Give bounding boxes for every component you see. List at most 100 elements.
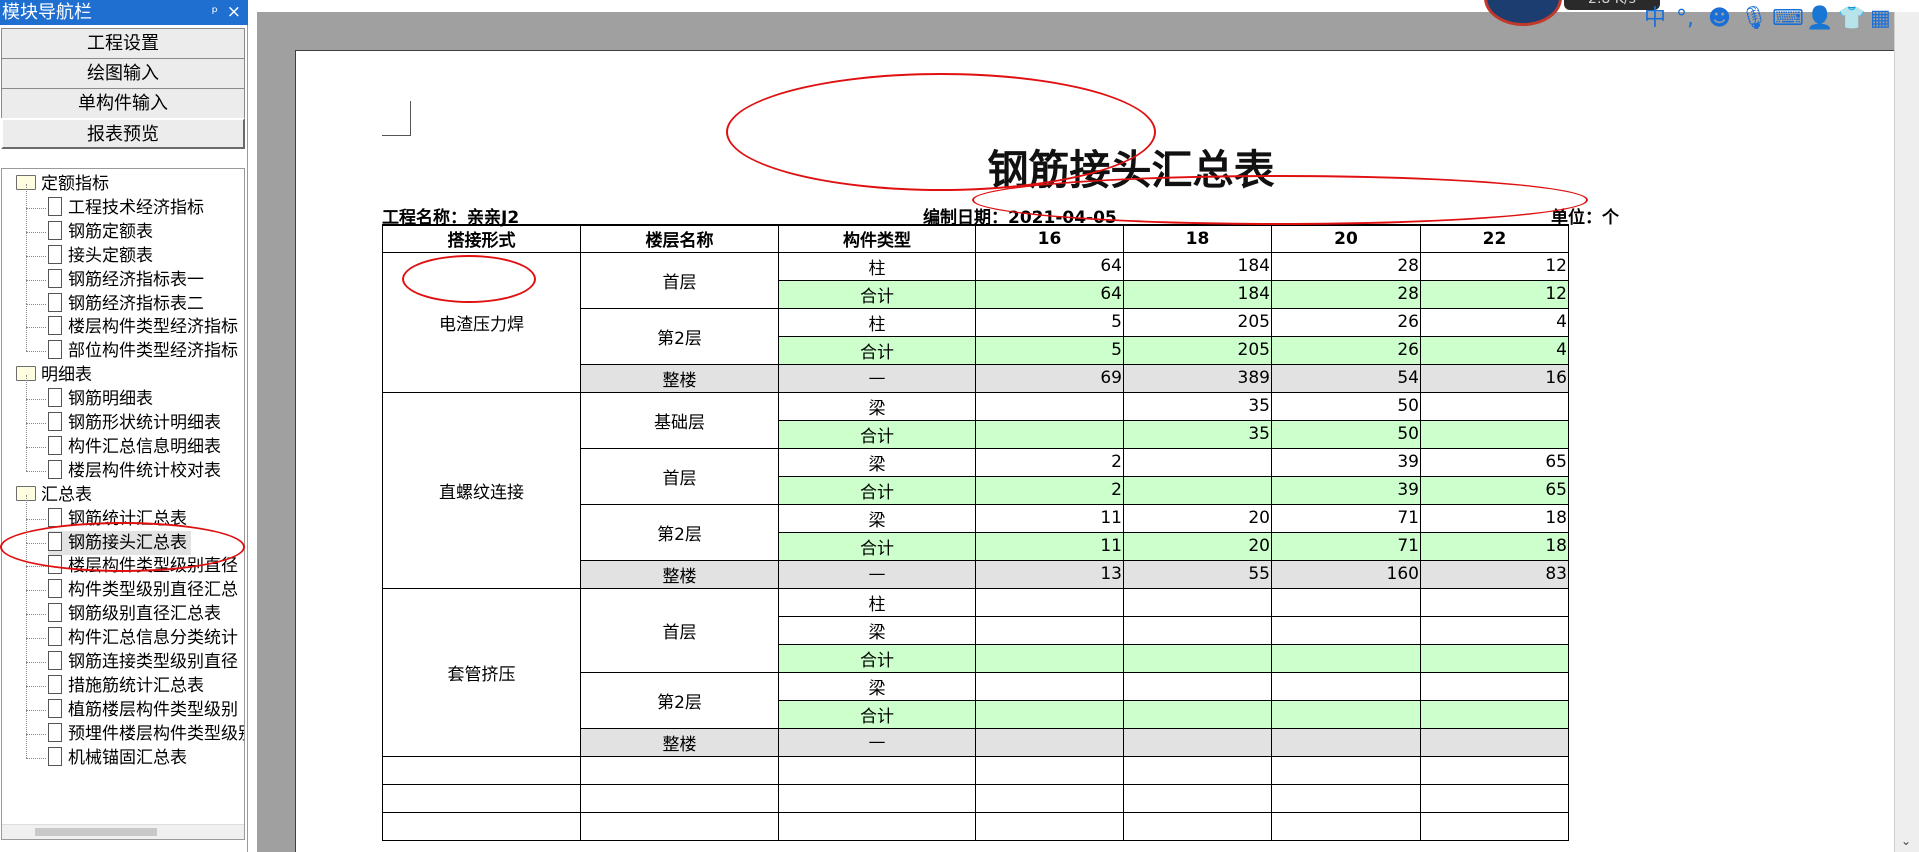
tree-folder[interactable]: 明细表: [16, 363, 92, 387]
tree-item-label: 构件类型级别直径汇总: [68, 580, 238, 601]
quantity-cell: 20: [1123, 531, 1272, 561]
tree-item-label: 汇总表: [41, 484, 92, 505]
quantity-cell: [1420, 615, 1569, 645]
empty-cell: [1123, 783, 1272, 813]
tree-report-item[interactable]: 钢筋接头汇总表: [48, 530, 191, 555]
nav-button-single-component-input[interactable]: 单构件输入: [1, 88, 245, 119]
document-icon: [48, 722, 62, 742]
quantity-cell: [1123, 475, 1272, 505]
quantity-cell: 83: [1420, 559, 1569, 589]
tree-item-label: 钢筋定额表: [68, 221, 153, 242]
tree-report-item[interactable]: 钢筋定额表: [48, 220, 157, 244]
component-type-cell: —: [778, 727, 976, 757]
component-type-cell: 梁: [778, 615, 976, 645]
user-icon[interactable]: 👤: [1806, 6, 1833, 32]
nav-button-drawing-input[interactable]: 绘图输入: [1, 58, 245, 89]
nav-button-report-preview[interactable]: 报表预览: [1, 118, 245, 149]
keyboard-icon[interactable]: ⌨: [1772, 6, 1804, 32]
document-icon: [48, 507, 62, 527]
tree-report-item[interactable]: 措施筋统计汇总表: [48, 674, 208, 698]
tree-item-label: 楼层构件统计校对表: [68, 460, 221, 481]
tree-report-item[interactable]: 钢筋经济指标表一: [48, 268, 208, 292]
tree-report-item[interactable]: 钢筋明细表: [48, 387, 157, 411]
quantity-cell: [1271, 727, 1421, 757]
column-header: 搭接形式: [382, 224, 581, 253]
vertical-scrollbar[interactable]: ⌄: [1894, 12, 1919, 852]
emoji-icon[interactable]: ☻: [1708, 6, 1731, 32]
scroll-down-icon[interactable]: ⌄: [1901, 834, 1911, 848]
quantity-cell: 39: [1271, 447, 1421, 477]
tree-item-label: 楼层构件类型经济指标: [68, 317, 238, 338]
component-type-cell: 合计: [778, 419, 976, 449]
tree-report-item[interactable]: 接头定额表: [48, 244, 157, 268]
page-corner-mark: [382, 101, 411, 136]
pin-icon[interactable]: ᵖ: [212, 0, 218, 25]
quantity-cell: 205: [1123, 307, 1272, 337]
empty-table-row: [382, 755, 1569, 785]
tree-report-item[interactable]: 钢筋级别直径汇总表: [48, 602, 225, 626]
quantity-cell: [975, 615, 1124, 645]
tree-item-label: 接头定额表: [68, 245, 153, 266]
close-icon[interactable]: ×: [227, 0, 241, 25]
empty-cell: [1123, 811, 1272, 841]
tree-report-item[interactable]: 钢筋连接类型级别直径: [48, 650, 242, 674]
assistant-badge[interactable]: [1484, 0, 1562, 26]
tree-folder[interactable]: 定额指标: [16, 172, 109, 196]
floor-name-cell: 第2层: [580, 503, 779, 561]
joint-summary-table: 搭接形式 楼层名称 构件类型 16 18 20 22 电渣压力焊 首层柱 64 184…: [382, 224, 1569, 841]
tree-report-item[interactable]: 工程技术经济指标: [48, 196, 208, 220]
nav-button-project-settings[interactable]: 工程设置: [1, 28, 245, 59]
tree-report-item[interactable]: 楼层构件类型级别直径: [48, 554, 242, 578]
quantity-cell: [1123, 699, 1272, 729]
column-header: 构件类型: [778, 224, 976, 253]
component-type-cell: 梁: [778, 447, 976, 477]
tree-report-item[interactable]: 植筋楼层构件类型级别: [48, 698, 242, 722]
punctuation-icon[interactable]: °,: [1676, 6, 1694, 32]
quantity-cell: 28: [1271, 279, 1421, 309]
tree-horizontal-scrollbar[interactable]: [2, 824, 244, 839]
document-icon: [48, 651, 62, 670]
quantity-cell: 18: [1420, 503, 1569, 533]
tree-item-label: 钢筋形状统计明细表: [68, 413, 221, 433]
quantity-cell: 26: [1271, 307, 1421, 337]
quantity-cell: 5: [975, 307, 1124, 337]
table-header-row: 搭接形式 楼层名称 构件类型 16 18 20 22: [382, 224, 1569, 253]
quantity-cell: [1420, 419, 1569, 449]
quantity-cell: 20: [1123, 503, 1272, 533]
tree-report-item[interactable]: 构件类型级别直径汇总: [48, 578, 242, 602]
input-method-icon[interactable]: 中: [1644, 6, 1666, 32]
document-icon: [48, 316, 62, 336]
quantity-cell: [975, 419, 1124, 449]
document-icon: [48, 674, 62, 694]
scrollbar-thumb[interactable]: [35, 828, 157, 836]
tree-report-item[interactable]: 钢筋经济指标表二: [48, 292, 208, 316]
tree-report-item[interactable]: 钢筋形状统计明细表: [48, 411, 225, 435]
floor-name-cell: 整楼: [580, 363, 779, 393]
tree-report-item[interactable]: 部位构件类型经济指标: [48, 339, 242, 363]
floor-name-cell: 整楼: [580, 559, 779, 589]
tree-report-item[interactable]: 钢筋统计汇总表: [48, 507, 191, 531]
empty-cell: [1271, 783, 1421, 813]
tree-report-item[interactable]: 构件汇总信息分类统计: [48, 626, 242, 650]
empty-cell: [1271, 811, 1421, 841]
toolbox-icon[interactable]: ▦: [1870, 6, 1891, 32]
tree-report-item[interactable]: 机械锚固汇总表: [48, 746, 191, 770]
microphone-icon[interactable]: 🎙: [1740, 6, 1768, 32]
skin-icon[interactable]: 👕: [1838, 6, 1865, 32]
quantity-cell: 35: [1123, 391, 1272, 421]
component-type-cell: 梁: [778, 503, 976, 533]
quantity-cell: 389: [1123, 363, 1272, 393]
tree-item-label: 楼层构件类型级别直径: [68, 556, 238, 577]
empty-cell: [975, 783, 1124, 813]
tree-report-item[interactable]: 楼层构件统计校对表: [48, 459, 225, 483]
tree-folder[interactable]: 汇总表: [16, 483, 92, 507]
tree-report-item[interactable]: 预埋件楼层构件类型级别: [48, 722, 244, 746]
quantity-cell: [975, 391, 1124, 421]
tree-item-label: 构件汇总信息分类统计: [68, 628, 238, 649]
tree-report-item[interactable]: 构件汇总信息明细表: [48, 435, 225, 459]
empty-cell: [778, 811, 976, 841]
document-icon: [48, 698, 62, 718]
quantity-cell: 4: [1420, 335, 1569, 365]
component-type-cell: 柱: [778, 307, 976, 337]
tree-report-item[interactable]: 楼层构件类型经济指标: [48, 315, 242, 339]
